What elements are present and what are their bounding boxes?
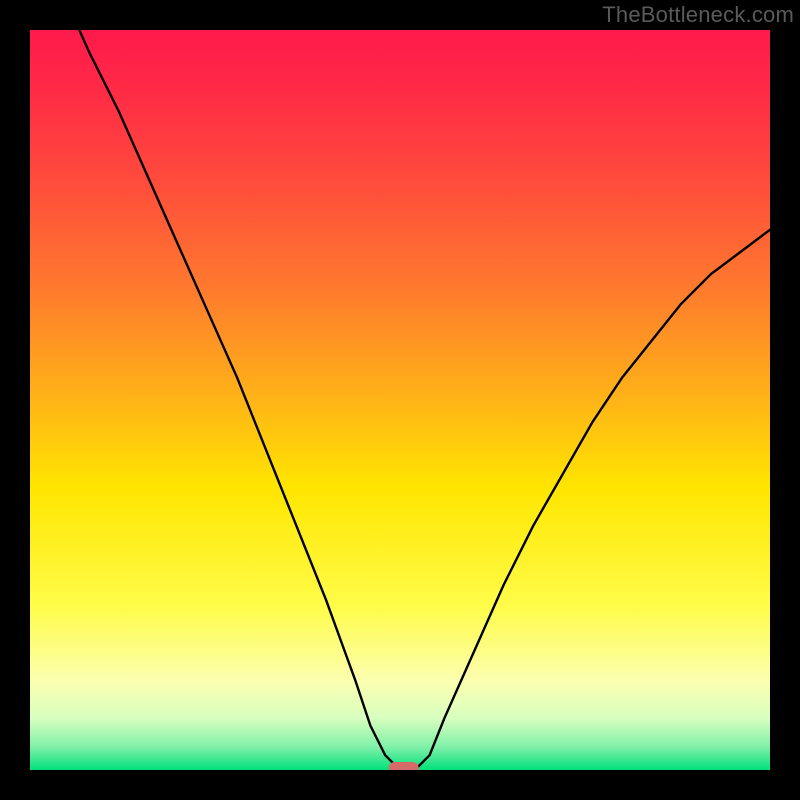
chart-svg <box>30 30 770 770</box>
background-rect <box>30 30 770 770</box>
plot-area <box>30 30 770 770</box>
optimal-marker <box>389 762 419 770</box>
chart-frame: TheBottleneck.com <box>0 0 800 800</box>
watermark-text: TheBottleneck.com <box>602 2 794 28</box>
